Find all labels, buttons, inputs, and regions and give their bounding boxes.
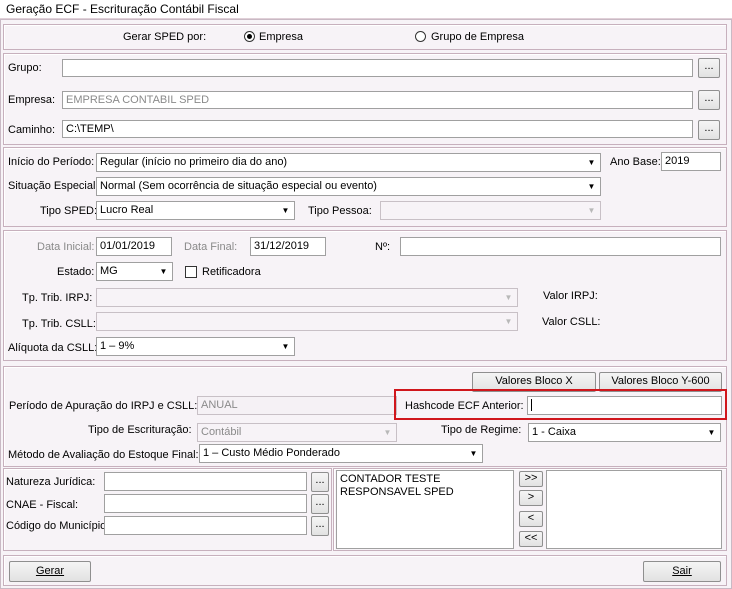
hashcode-input[interactable] xyxy=(527,396,722,415)
caminho-input[interactable]: C:\TEMP\ xyxy=(62,120,693,138)
radio-empresa[interactable] xyxy=(244,31,255,42)
grupo-browse-button[interactable]: ... xyxy=(698,58,720,78)
chevron-down-icon[interactable]: ▼ xyxy=(584,155,599,170)
radio-grupo-empresa-label[interactable]: Grupo de Empresa xyxy=(431,31,524,43)
caminho-label: Caminho: xyxy=(8,124,56,136)
chevron-down-icon[interactable]: ▼ xyxy=(278,203,293,218)
grupo-input[interactable] xyxy=(62,59,693,77)
numero-input[interactable] xyxy=(400,237,721,256)
aliquota-csll-label: Alíquota da CSLL: xyxy=(8,342,98,354)
natureza-juridica-input[interactable] xyxy=(104,472,307,491)
cnae-browse-button[interactable]: ... xyxy=(311,494,329,514)
tp-trib-csll-label: Tp. Trib. CSLL: xyxy=(22,318,96,330)
tipo-escrituracao-select[interactable]: Contábil ▼ xyxy=(197,423,397,442)
sair-button[interactable]: Sair xyxy=(643,561,721,582)
sair-button-label: Sair xyxy=(672,565,692,577)
retificadora-label[interactable]: Retificadora xyxy=(202,266,261,278)
gerar-button-label: Gerar xyxy=(35,565,65,577)
aliquota-csll-select[interactable]: 1 – 9% ▼ xyxy=(96,337,295,356)
inicio-periodo-label: Início do Período: xyxy=(8,156,95,168)
natureza-juridica-label: Natureza Jurídica: xyxy=(6,476,96,488)
tipo-regime-select[interactable]: 1 - Caixa ▼ xyxy=(528,423,721,442)
inicio-periodo-value: Regular (início no primeiro dia do ano) xyxy=(100,156,288,168)
situacao-especial-label: Situação Especial: xyxy=(8,180,99,192)
tipo-sped-label: Tipo SPED: xyxy=(40,205,98,217)
tipo-regime-value: 1 - Caixa xyxy=(532,426,577,438)
tipo-regime-label: Tipo de Regime: xyxy=(441,424,522,436)
data-inicial-label: Data Inicial: xyxy=(37,241,95,253)
tipo-pessoa-select[interactable]: ▼ xyxy=(380,201,601,220)
move-right-button[interactable]: > xyxy=(519,490,543,506)
empresa-input[interactable]: EMPRESA CONTABIL SPED xyxy=(62,91,693,109)
inicio-periodo-select[interactable]: Regular (início no primeiro dia do ano) … xyxy=(96,153,601,172)
text-caret xyxy=(531,399,532,411)
municipio-browse-button[interactable]: ... xyxy=(311,516,329,536)
chevron-down-icon[interactable]: ▼ xyxy=(380,425,395,440)
empresa-browse-button[interactable]: ... xyxy=(698,90,720,110)
responsaveis-available-list[interactable]: CONTADOR TESTE RESPONSAVEL SPED xyxy=(336,470,514,549)
codigo-municipio-input[interactable] xyxy=(104,516,307,535)
tipo-escrituracao-label: Tipo de Escrituração: xyxy=(88,424,192,436)
codigo-municipio-label: Código do Município: xyxy=(6,520,110,532)
chevron-down-icon[interactable]: ▼ xyxy=(501,290,516,305)
move-left-button[interactable]: < xyxy=(519,511,543,527)
chevron-down-icon[interactable]: ▼ xyxy=(704,425,719,440)
chevron-down-icon[interactable]: ▼ xyxy=(584,203,599,218)
chevron-down-icon[interactable]: ▼ xyxy=(466,446,481,461)
chevron-down-icon[interactable]: ▼ xyxy=(156,264,171,279)
natureza-browse-button[interactable]: ... xyxy=(311,472,329,492)
window-title: Geração ECF - Escrituração Contábil Fisc… xyxy=(6,2,239,16)
gerar-sped-label: Gerar SPED por: xyxy=(123,31,207,43)
data-inicial-input[interactable]: 01/01/2019 xyxy=(96,237,172,256)
cnae-fiscal-input[interactable] xyxy=(104,494,307,513)
metodo-avaliacao-value: 1 – Custo Médio Ponderado xyxy=(203,447,340,459)
chevron-down-icon[interactable]: ▼ xyxy=(278,339,293,354)
empresa-label: Empresa: xyxy=(8,94,56,106)
estado-value: MG xyxy=(100,265,118,277)
cnae-fiscal-label: CNAE - Fiscal: xyxy=(6,499,79,511)
situacao-especial-value: Normal (Sem ocorrência de situação espec… xyxy=(100,180,377,192)
grupo-label: Grupo: xyxy=(8,62,42,74)
tp-trib-irpj-label: Tp. Trib. IRPJ: xyxy=(22,292,93,304)
metodo-avaliacao-select[interactable]: 1 – Custo Médio Ponderado ▼ xyxy=(199,444,483,463)
ano-base-label: Ano Base: xyxy=(610,156,661,168)
ano-base-input[interactable]: 2019 xyxy=(661,152,721,171)
title-bar: Geração ECF - Escrituração Contábil Fisc… xyxy=(0,0,732,19)
data-final-label: Data Final: xyxy=(184,241,238,253)
estado-select[interactable]: MG ▼ xyxy=(96,262,173,281)
metodo-avaliacao-label: Método de Avaliação do Estoque Final: xyxy=(8,449,199,461)
radio-grupo-empresa[interactable] xyxy=(415,31,426,42)
valor-csll-label: Valor CSLL: xyxy=(542,316,601,328)
periodo-apuracao-input[interactable]: ANUAL xyxy=(197,396,397,415)
estado-label: Estado: xyxy=(57,266,95,278)
radio-empresa-label[interactable]: Empresa xyxy=(259,31,303,43)
tipo-escrituracao-value: Contábil xyxy=(201,426,242,438)
move-all-right-button[interactable]: >> xyxy=(519,471,543,487)
retificadora-checkbox[interactable] xyxy=(185,266,197,278)
aliquota-csll-value: 1 – 9% xyxy=(100,340,135,352)
caminho-browse-button[interactable]: ... xyxy=(698,120,720,140)
data-final-input[interactable]: 31/12/2019 xyxy=(250,237,326,256)
chevron-down-icon[interactable]: ▼ xyxy=(584,179,599,194)
situacao-especial-select[interactable]: Normal (Sem ocorrência de situação espec… xyxy=(96,177,601,196)
responsaveis-selected-list[interactable] xyxy=(546,470,722,549)
tipo-sped-value: Lucro Real xyxy=(100,204,154,216)
tp-trib-csll-select[interactable]: ▼ xyxy=(96,312,518,331)
list-item[interactable]: RESPONSAVEL SPED xyxy=(340,486,510,499)
tp-trib-irpj-select[interactable]: ▼ xyxy=(96,288,518,307)
footer-panel xyxy=(3,555,727,586)
hashcode-label: Hashcode ECF Anterior: xyxy=(405,400,524,412)
tipo-pessoa-label: Tipo Pessoa: xyxy=(308,205,372,217)
numero-label: Nº: xyxy=(375,241,391,253)
valor-irpj-label: Valor IRPJ: xyxy=(543,290,598,302)
move-all-left-button[interactable]: << xyxy=(519,531,543,547)
periodo-apuracao-label: Período de Apuração do IRPJ e CSLL: xyxy=(9,400,198,412)
list-item[interactable]: CONTADOR TESTE xyxy=(340,473,510,486)
gerar-button[interactable]: Gerar xyxy=(9,561,91,582)
tipo-sped-select[interactable]: Lucro Real ▼ xyxy=(96,201,295,220)
gerar-sped-panel xyxy=(3,24,727,50)
chevron-down-icon[interactable]: ▼ xyxy=(501,314,516,329)
